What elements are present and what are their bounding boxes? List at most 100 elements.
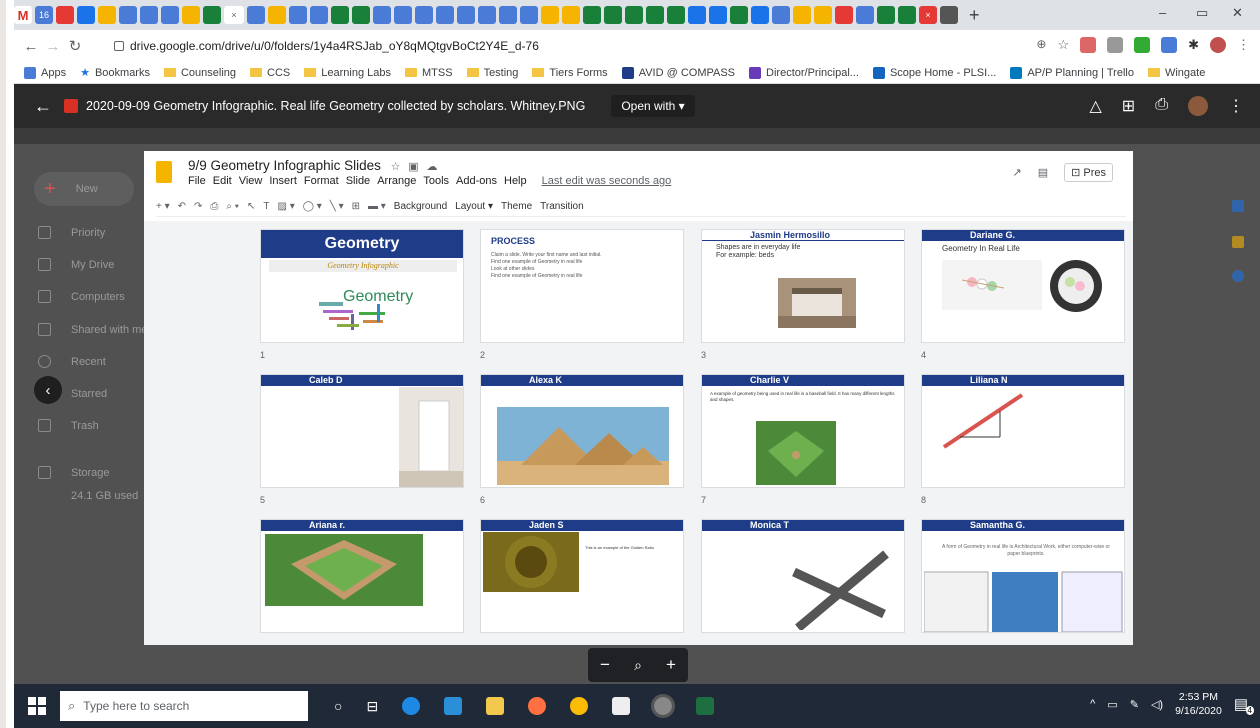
active-tab-close-icon[interactable]: × <box>224 6 244 24</box>
docs-tab[interactable] <box>140 6 158 24</box>
sidebar-item-computers[interactable]: Computers <box>38 290 125 303</box>
sheets-tab[interactable] <box>203 6 221 24</box>
tab[interactable] <box>98 6 116 24</box>
open-new-window-icon[interactable]: ⊞ <box>1122 96 1135 116</box>
minimize-icon[interactable]: – <box>1159 5 1166 20</box>
firefox-icon[interactable] <box>528 697 547 715</box>
docs-tab[interactable] <box>499 6 517 24</box>
sheets-tab[interactable] <box>877 6 895 24</box>
gmail-tab[interactable]: M <box>14 6 32 24</box>
docs-tab[interactable] <box>310 6 328 24</box>
pen-icon[interactable]: ✎ <box>1130 698 1139 711</box>
excel-icon[interactable] <box>696 697 715 715</box>
sheets-tab[interactable] <box>583 6 601 24</box>
tray-chevron-icon[interactable]: ^ <box>1090 698 1095 710</box>
sidebar-item-priority[interactable]: Priority <box>38 226 105 239</box>
sidebar-item-my-drive[interactable]: My Drive <box>38 258 114 271</box>
magnifier-icon[interactable]: ⌕ <box>634 657 642 674</box>
bookmark-tiers-forms[interactable]: Tiers Forms <box>532 67 608 79</box>
bookmark-learning-labs[interactable]: Learning Labs <box>304 67 391 79</box>
sheets-tab[interactable] <box>667 6 685 24</box>
sheets-tab[interactable] <box>730 6 748 24</box>
reload-icon[interactable]: ↻ <box>64 37 86 55</box>
bookmark-bookmarks[interactable]: ★ Bookmarks <box>80 66 150 80</box>
docs-tab[interactable] <box>772 6 790 24</box>
bookmark-counseling[interactable]: Counseling <box>163 67 236 79</box>
tab[interactable] <box>77 6 95 24</box>
docs-tab[interactable] <box>457 6 475 24</box>
bookmark-wingate[interactable]: Wingate <box>1147 67 1205 79</box>
extension-icon[interactable] <box>1080 37 1097 53</box>
slides-tab[interactable] <box>541 6 559 24</box>
slides-tab[interactable] <box>182 6 200 24</box>
drive-tab[interactable] <box>268 6 286 24</box>
close-window-icon[interactable]: ✕ <box>1232 5 1243 21</box>
docs-tab[interactable] <box>289 6 307 24</box>
back-icon[interactable]: ← <box>20 38 42 55</box>
store-icon[interactable] <box>612 697 631 715</box>
bookmark-mtss[interactable]: MTSS <box>405 67 453 79</box>
calendar-addon-icon[interactable] <box>1232 200 1244 212</box>
sheets-tab[interactable] <box>331 6 349 24</box>
print-icon[interactable]: ⎙ <box>1155 96 1168 116</box>
star-icon[interactable]: ☆ <box>1057 37 1069 53</box>
add-to-drive-icon[interactable]: △ <box>1089 96 1101 116</box>
tab[interactable] <box>751 6 769 24</box>
sidebar-item-trash[interactable]: Trash <box>38 419 99 432</box>
mail-icon[interactable] <box>444 697 463 715</box>
avatar[interactable] <box>1188 96 1208 116</box>
menu-icon[interactable]: ⋮ <box>1237 37 1250 53</box>
restore-icon[interactable]: ▭ <box>1196 5 1208 21</box>
tab[interactable] <box>56 6 74 24</box>
install-icon[interactable]: ⊕ <box>1036 37 1046 53</box>
previous-file-icon[interactable]: ‹ <box>34 376 62 404</box>
bookmark-testing[interactable]: Testing <box>466 67 518 79</box>
sheets-tab[interactable] <box>625 6 643 24</box>
tab[interactable] <box>688 6 706 24</box>
back-arrow-icon[interactable]: ← <box>34 96 52 117</box>
chrome-icon[interactable] <box>570 697 589 715</box>
sidebar-item-storage[interactable]: Storage <box>38 466 110 479</box>
tab[interactable] <box>709 6 727 24</box>
slides-tab[interactable] <box>562 6 580 24</box>
extension-icon[interactable] <box>1134 37 1151 53</box>
profile-avatar[interactable] <box>1210 37 1226 53</box>
sidebar-item-recent[interactable]: Recent <box>38 355 106 368</box>
drive-tab[interactable] <box>793 6 811 24</box>
tab[interactable]: × <box>919 6 937 24</box>
more-options-icon[interactable]: ⋮ <box>1228 96 1244 116</box>
sheets-tab[interactable] <box>898 6 916 24</box>
slides-tab[interactable] <box>814 6 832 24</box>
docs-tab[interactable] <box>436 6 454 24</box>
docs-tab[interactable] <box>478 6 496 24</box>
volume-icon[interactable]: ◁) <box>1151 698 1163 711</box>
file-explorer-icon[interactable] <box>486 697 505 715</box>
task-view-icon[interactable]: ⊟ <box>366 698 378 715</box>
bookmark-avid[interactable]: AVID @ COMPASS <box>621 66 735 79</box>
edge-icon[interactable] <box>402 697 421 715</box>
keep-addon-icon[interactable] <box>1232 236 1244 248</box>
sheets-tab[interactable] <box>352 6 370 24</box>
docs-tab[interactable] <box>520 6 538 24</box>
forward-icon[interactable]: → <box>42 38 64 55</box>
bookmark-director[interactable]: Director/Principal... <box>749 66 859 79</box>
sheets-tab[interactable] <box>604 6 622 24</box>
tab[interactable] <box>940 6 958 24</box>
open-with-button[interactable]: Open with ▾ <box>611 95 695 117</box>
new-button[interactable]: + New <box>34 172 134 206</box>
bookmark-ccs[interactable]: CCS <box>250 67 290 79</box>
network-icon[interactable]: ▭ <box>1107 698 1117 711</box>
docs-tab[interactable] <box>856 6 874 24</box>
cortana-icon[interactable]: ○ <box>334 698 342 714</box>
zoom-out-icon[interactable]: − <box>600 655 610 675</box>
new-tab-icon[interactable]: + <box>969 5 980 26</box>
notification-icon[interactable]: ▤ 4 <box>1234 695 1254 715</box>
bookmark-trello[interactable]: AP/P Planning | Trello <box>1010 66 1134 79</box>
sheets-tab[interactable] <box>646 6 664 24</box>
tasks-addon-icon[interactable] <box>1232 270 1244 282</box>
calendar-tab[interactable]: 16 <box>35 6 53 24</box>
tab[interactable] <box>835 6 853 24</box>
extension-icon[interactable] <box>1107 37 1124 53</box>
docs-tab[interactable] <box>415 6 433 24</box>
docs-tab[interactable] <box>247 6 265 24</box>
